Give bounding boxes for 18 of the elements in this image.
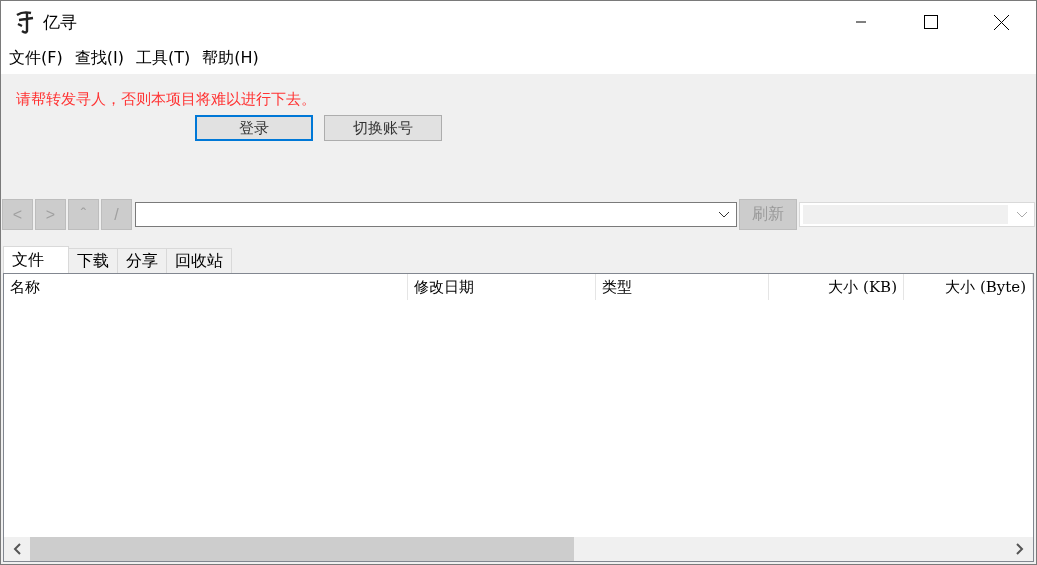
column-header[interactable]: 大小 (KB) bbox=[769, 274, 904, 300]
tab[interactable]: 文件 bbox=[3, 246, 69, 273]
window-title: 亿寻 bbox=[43, 10, 78, 34]
account-button[interactable]: 切换账号 bbox=[324, 115, 442, 141]
horizontal-scrollbar[interactable] bbox=[4, 537, 1033, 561]
column-header[interactable]: 名称 bbox=[4, 274, 408, 300]
chevron-down-icon bbox=[1016, 210, 1028, 219]
close-icon bbox=[993, 14, 1009, 30]
account-button[interactable]: 登录 bbox=[195, 115, 313, 141]
maximize-icon bbox=[924, 15, 938, 29]
chevron-down-icon bbox=[718, 210, 730, 219]
column-header[interactable]: 类型 bbox=[596, 274, 769, 300]
column-header[interactable]: 大小 (Byte) bbox=[904, 274, 1033, 300]
column-header[interactable]: 修改日期 bbox=[408, 274, 596, 300]
notice-text: 请帮转发寻人，否则本项目将难以进行下去。 bbox=[16, 90, 316, 109]
path-field[interactable] bbox=[135, 202, 737, 227]
tab[interactable]: 回收站 bbox=[166, 248, 232, 273]
scrollbar-thumb[interactable] bbox=[30, 537, 574, 561]
